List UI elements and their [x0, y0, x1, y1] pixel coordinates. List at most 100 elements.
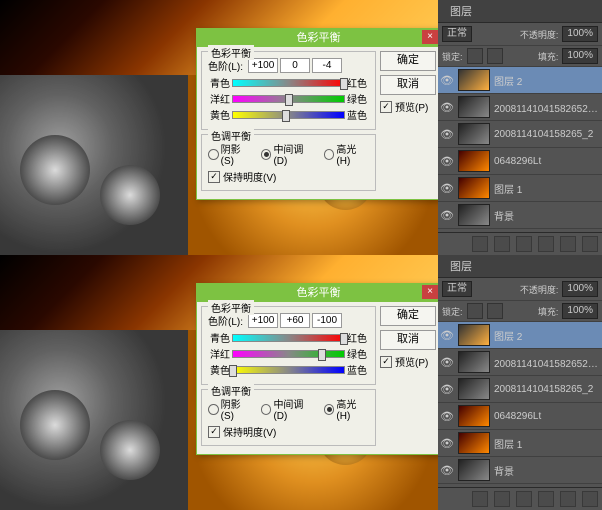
layer-thumbnail[interactable]	[458, 69, 490, 91]
layer-row[interactable]: 👁背景	[438, 202, 602, 229]
folder-icon[interactable]	[516, 236, 532, 252]
visibility-icon[interactable]: 👁	[440, 464, 454, 477]
tone-radio-1[interactable]: 中间调(D)	[261, 141, 316, 167]
visibility-icon[interactable]: 👁	[440, 356, 454, 369]
layer-row[interactable]: 👁背景	[438, 457, 602, 484]
adjustment-icon[interactable]	[538, 236, 554, 252]
close-button[interactable]: ×	[422, 285, 438, 299]
trash-icon[interactable]	[582, 491, 598, 507]
layer-row[interactable]: 👁图层 1	[438, 175, 602, 202]
layers-tab[interactable]: 图层	[444, 256, 478, 276]
visibility-icon[interactable]: 👁	[440, 410, 454, 423]
color-balance-group: 色彩平衡色阶(L):+1000-4青色红色洋红绿色黄色蓝色	[201, 51, 376, 130]
layer-thumbnail[interactable]	[458, 405, 490, 427]
layer-row[interactable]: 👁20081141041582652 副本	[438, 349, 602, 376]
fx-icon[interactable]	[472, 491, 488, 507]
layers-panel: 图层正常不透明度:100%锁定:填充:100%👁图层 2👁20081141041…	[438, 255, 602, 510]
slider-track-2[interactable]	[232, 111, 345, 119]
close-button[interactable]: ×	[422, 30, 438, 44]
visibility-icon[interactable]: 👁	[440, 329, 454, 342]
opacity-field[interactable]: 100%	[562, 26, 598, 42]
layer-row[interactable]: 👁2008114104158265_2	[438, 376, 602, 403]
layer-row[interactable]: 👁2008114104158265_2	[438, 121, 602, 148]
fill-field[interactable]: 100%	[562, 48, 598, 64]
opacity-field[interactable]: 100%	[562, 281, 598, 297]
layer-thumbnail[interactable]	[458, 177, 490, 199]
slider-track-0[interactable]	[232, 79, 345, 87]
new-layer-icon[interactable]	[560, 236, 576, 252]
slider-track-1[interactable]	[232, 350, 345, 358]
visibility-icon[interactable]: 👁	[440, 128, 454, 141]
lock-pixels-icon[interactable]	[467, 303, 483, 319]
mask-icon[interactable]	[494, 236, 510, 252]
layer-thumbnail[interactable]	[458, 459, 490, 481]
level-input-2[interactable]: -100	[312, 313, 342, 328]
level-input-2[interactable]: -4	[312, 58, 342, 73]
layers-tab[interactable]: 图层	[444, 1, 478, 21]
visibility-icon[interactable]: 👁	[440, 155, 454, 168]
layer-row[interactable]: 👁图层 1	[438, 430, 602, 457]
visibility-icon[interactable]: 👁	[440, 101, 454, 114]
tone-radio-0[interactable]: 阴影(S)	[208, 396, 253, 422]
tone-radio-2[interactable]: 高光(H)	[324, 141, 369, 167]
layer-thumbnail[interactable]	[458, 351, 490, 373]
trash-icon[interactable]	[582, 236, 598, 252]
layer-thumbnail[interactable]	[458, 432, 490, 454]
blend-mode-select[interactable]: 正常	[442, 26, 472, 42]
slider-right-label: 蓝色	[347, 107, 369, 122]
layer-thumbnail[interactable]	[458, 378, 490, 400]
folder-icon[interactable]	[516, 491, 532, 507]
blend-mode-select[interactable]: 正常	[442, 281, 472, 297]
layer-thumbnail[interactable]	[458, 204, 490, 226]
layer-row[interactable]: 👁图层 2	[438, 67, 602, 94]
new-layer-icon[interactable]	[560, 491, 576, 507]
level-input-0[interactable]: +100	[248, 58, 278, 73]
visibility-icon[interactable]: 👁	[440, 182, 454, 195]
layer-row[interactable]: 👁图层 2	[438, 322, 602, 349]
level-input-0[interactable]: +100	[248, 313, 278, 328]
layer-thumbnail[interactable]	[458, 150, 490, 172]
slider-thumb[interactable]	[340, 333, 348, 345]
fx-icon[interactable]	[472, 236, 488, 252]
preview-checkbox[interactable]: ✓预览(P)	[380, 354, 436, 369]
visibility-icon[interactable]: 👁	[440, 437, 454, 450]
fill-field[interactable]: 100%	[562, 303, 598, 319]
level-input-1[interactable]: 0	[280, 58, 310, 73]
adjustment-icon[interactable]	[538, 491, 554, 507]
layer-thumbnail[interactable]	[458, 123, 490, 145]
lock-position-icon[interactable]	[487, 303, 503, 319]
layer-row[interactable]: 👁0648296Lt	[438, 148, 602, 175]
ok-button[interactable]: 确定	[380, 51, 436, 71]
slider-track-0[interactable]	[232, 334, 345, 342]
slider-thumb[interactable]	[282, 110, 290, 122]
layer-row[interactable]: 👁20081141041582652 副本	[438, 94, 602, 121]
ok-button[interactable]: 确定	[380, 306, 436, 326]
layer-thumbnail[interactable]	[458, 324, 490, 346]
visibility-icon[interactable]: 👁	[440, 209, 454, 222]
slider-track-1[interactable]	[232, 95, 345, 103]
preview-checkbox[interactable]: ✓预览(P)	[380, 99, 436, 114]
slider-track-2[interactable]	[232, 366, 345, 374]
checkbox-label: 保持明度(V)	[223, 169, 276, 184]
cancel-button[interactable]: 取消	[380, 330, 436, 350]
layer-row[interactable]: 👁0648296Lt	[438, 403, 602, 430]
mask-icon[interactable]	[494, 491, 510, 507]
slider-right-label: 绿色	[347, 91, 369, 106]
tone-radio-0[interactable]: 阴影(S)	[208, 141, 253, 167]
lock-pixels-icon[interactable]	[467, 48, 483, 64]
group-legend: 色调平衡	[208, 383, 254, 398]
slider-thumb[interactable]	[229, 365, 237, 377]
visibility-icon[interactable]: 👁	[440, 74, 454, 87]
slider-thumb[interactable]	[318, 349, 326, 361]
cancel-button[interactable]: 取消	[380, 75, 436, 95]
tone-radio-2[interactable]: 高光(H)	[324, 396, 369, 422]
layer-thumbnail[interactable]	[458, 96, 490, 118]
slider-thumb[interactable]	[340, 78, 348, 90]
slider-thumb[interactable]	[285, 94, 293, 106]
level-input-1[interactable]: +60	[280, 313, 310, 328]
visibility-icon[interactable]: 👁	[440, 383, 454, 396]
preserve-luminosity-checkbox[interactable]: ✓保持明度(V)	[208, 424, 369, 439]
preserve-luminosity-checkbox[interactable]: ✓保持明度(V)	[208, 169, 369, 184]
tone-radio-1[interactable]: 中间调(D)	[261, 396, 316, 422]
lock-position-icon[interactable]	[487, 48, 503, 64]
